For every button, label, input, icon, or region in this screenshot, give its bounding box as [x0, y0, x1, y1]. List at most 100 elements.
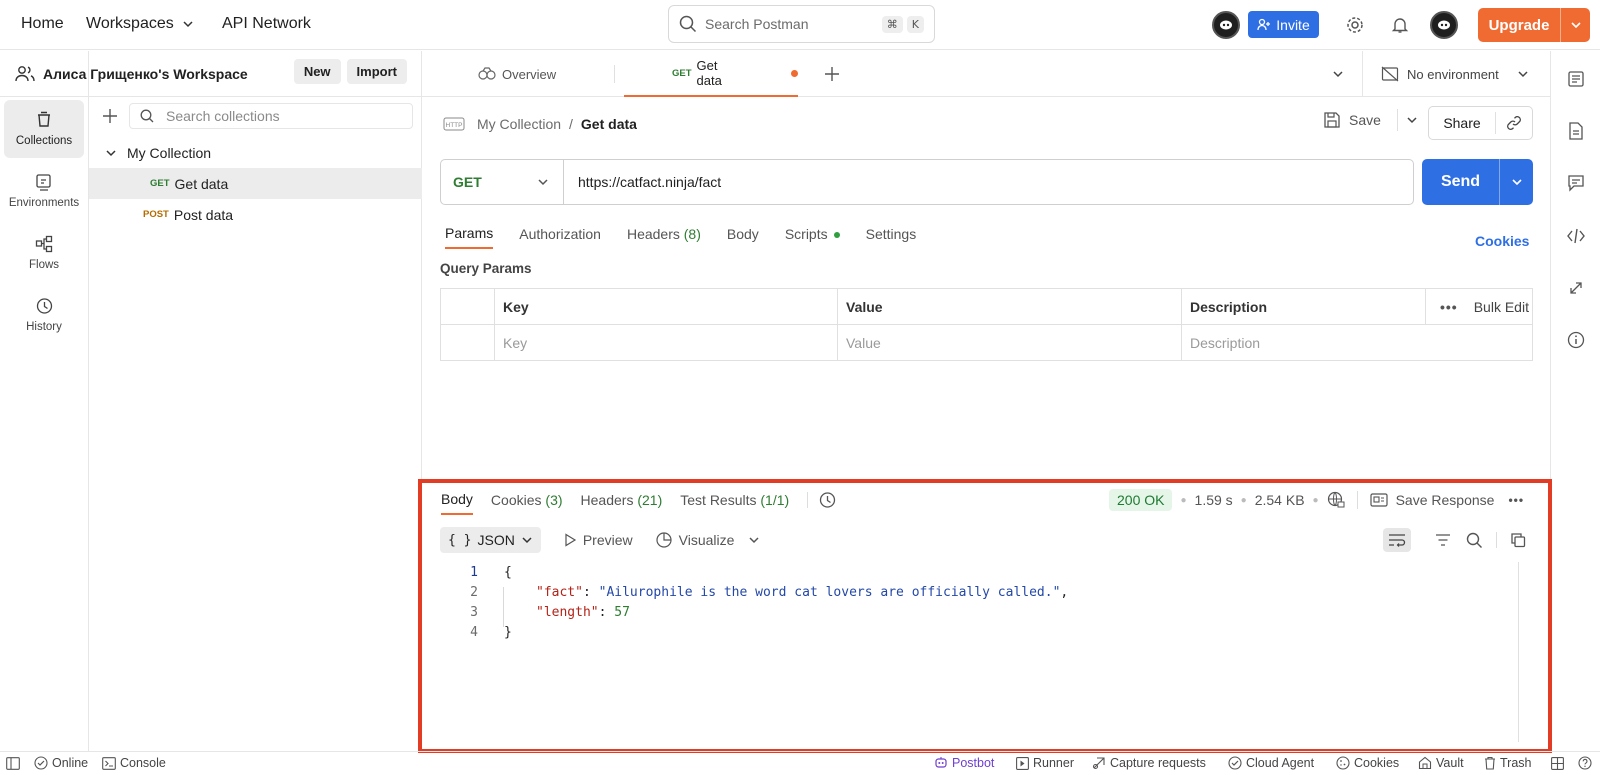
user-avatar[interactable] [1430, 11, 1458, 39]
tab-authorization[interactable]: Authorization [519, 226, 601, 248]
related-icon [1570, 282, 1582, 294]
response-size[interactable]: 2.54 KB [1255, 492, 1305, 508]
cloud-agent-button[interactable]: Cloud Agent [1228, 756, 1314, 770]
help-button[interactable] [1578, 756, 1592, 770]
search-response-button[interactable] [1463, 529, 1485, 551]
json-number-value: 57 [614, 604, 630, 620]
url-input[interactable]: https://catfact.ninja/fact [564, 174, 721, 190]
left-rail: Collections Environments Flows History [0, 51, 89, 751]
method-select[interactable]: GET [441, 160, 564, 204]
send-options-toggle[interactable] [1500, 176, 1533, 188]
invite-button[interactable]: Invite [1248, 11, 1319, 38]
rail-code-button[interactable] [1564, 224, 1588, 248]
rail-item-history[interactable]: History [4, 286, 84, 344]
rail-item-collections[interactable]: Collections [4, 100, 84, 158]
cookies-link[interactable]: Cookies [1475, 233, 1529, 249]
runner-icon [1016, 756, 1029, 770]
collections-search-input[interactable]: Search collections [129, 103, 413, 129]
request-item-get-data[interactable]: GET Get data [89, 168, 422, 199]
rail-item-flows[interactable]: Flows [4, 224, 84, 282]
collection-item[interactable]: My Collection [89, 137, 422, 168]
code-line: 4 } [440, 622, 1520, 642]
rail-related-button[interactable] [1564, 276, 1588, 300]
value-input[interactable]: Value [837, 324, 1182, 361]
tab-divider [614, 65, 615, 83]
tab-scripts[interactable]: Scripts [785, 226, 840, 248]
new-button[interactable]: New [293, 59, 341, 84]
notifications-button[interactable] [1388, 13, 1412, 37]
request-item-post-data[interactable]: POST Post data [89, 199, 422, 230]
copy-link-button[interactable] [1496, 115, 1532, 131]
tab-headers-count: (8) [683, 226, 701, 242]
nav-workspaces[interactable]: Workspaces [86, 15, 194, 33]
response-tab-headers[interactable]: Headers (21) [581, 492, 663, 514]
column-value: Value [837, 288, 1182, 325]
vault-icon [1418, 756, 1432, 770]
breadcrumb-current[interactable]: Get data [581, 116, 637, 132]
trash-button[interactable]: Trash [1484, 756, 1532, 770]
network-info-button[interactable] [1327, 491, 1345, 509]
import-button[interactable]: Import [346, 59, 407, 84]
copy-response-button[interactable] [1507, 529, 1529, 551]
rail-info-button[interactable] [1564, 328, 1588, 352]
rail-chat-button[interactable] [1564, 171, 1588, 195]
more-options-icon[interactable]: ••• [1508, 493, 1524, 507]
editor-scrollbar[interactable] [1518, 562, 1519, 742]
global-search-input[interactable]: Search Postman ⌘ K [668, 5, 935, 43]
toggle-sidebar-button[interactable] [6, 757, 20, 770]
nav-home[interactable]: Home [21, 15, 64, 33]
vault-button[interactable]: Vault [1418, 756, 1464, 770]
breadcrumb-parent[interactable]: My Collection [477, 116, 561, 132]
chevron-down-icon[interactable] [748, 534, 760, 546]
key-input[interactable]: Key [494, 324, 838, 361]
checkbox-column-header [440, 288, 495, 325]
environment-select[interactable]: No environment [1362, 51, 1550, 97]
tab-params[interactable]: Params [445, 225, 494, 249]
rail-item-environments[interactable]: Environments [4, 162, 84, 220]
wrap-lines-button[interactable] [1383, 528, 1411, 552]
upgrade-button[interactable]: Upgrade [1478, 8, 1590, 42]
response-history-button[interactable] [818, 491, 836, 509]
new-tab-button[interactable] [821, 63, 843, 85]
tab-body[interactable]: Body [727, 226, 759, 248]
rail-comments-button[interactable] [1564, 67, 1588, 91]
postbot-button[interactable]: Postbot [934, 756, 994, 770]
capture-requests-button[interactable]: Capture requests [1092, 756, 1206, 770]
console-button[interactable]: Console [102, 756, 166, 770]
search-icon [140, 109, 154, 123]
team-avatar[interactable] [1212, 11, 1240, 39]
upgrade-menu-toggle[interactable] [1561, 19, 1590, 31]
tab-settings[interactable]: Settings [866, 226, 917, 248]
format-select[interactable]: { } JSON [440, 527, 541, 553]
tab-overview[interactable]: Overview [478, 51, 556, 97]
tab-get-data[interactable]: GET Get data [624, 51, 798, 97]
preview-button[interactable]: Preview [563, 532, 633, 548]
response-body-editor[interactable]: 1 { 2 "fact": "Ailurophile is the word c… [440, 562, 1520, 742]
settings-button[interactable] [1343, 13, 1367, 37]
tabs-overflow-button[interactable] [1327, 63, 1349, 85]
response-tab-body[interactable]: Body [441, 491, 473, 515]
cookies-button[interactable]: Cookies [1336, 756, 1399, 770]
runner-button[interactable]: Runner [1016, 756, 1074, 770]
layout-toggle-button[interactable] [1551, 757, 1564, 770]
nav-api-network[interactable]: API Network [222, 15, 311, 33]
response-tab-tests[interactable]: Test Results (1/1) [680, 492, 789, 514]
more-options-icon[interactable]: ••• [1440, 299, 1458, 315]
chevron-down-icon[interactable] [1406, 114, 1418, 126]
rail-docs-button[interactable] [1564, 119, 1588, 143]
share-button[interactable]: Share [1429, 115, 1495, 131]
status-badge[interactable]: 200 OK [1109, 489, 1173, 511]
online-status[interactable]: Online [34, 756, 88, 770]
row-checkbox-cell[interactable] [440, 324, 495, 361]
response-time[interactable]: 1.59 s [1195, 492, 1233, 508]
filter-button[interactable] [1432, 529, 1454, 551]
add-collection-button[interactable] [99, 105, 121, 127]
save-button[interactable]: Save [1323, 109, 1418, 131]
send-button[interactable]: Send [1422, 173, 1499, 191]
save-response-button[interactable]: Save Response [1369, 492, 1494, 508]
visualize-button[interactable]: Visualize [655, 531, 734, 549]
bulk-edit-button[interactable]: Bulk Edit [1474, 299, 1529, 315]
response-tab-cookies[interactable]: Cookies (3) [491, 492, 563, 514]
tab-headers[interactable]: Headers (8) [627, 226, 701, 248]
description-input[interactable]: Description [1181, 324, 1533, 361]
